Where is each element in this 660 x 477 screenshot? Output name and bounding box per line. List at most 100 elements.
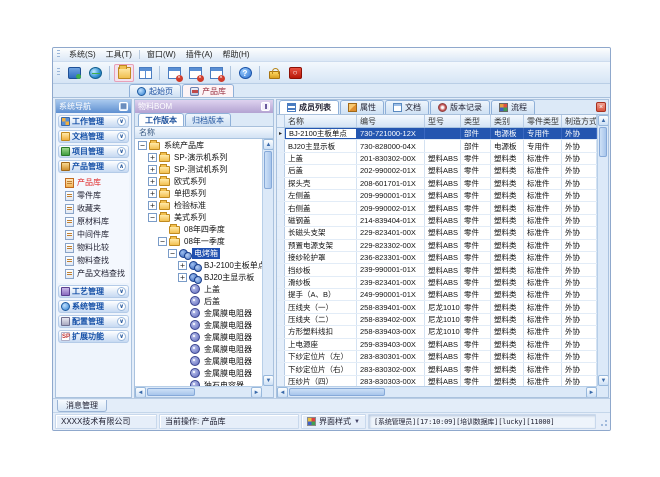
tree-vertical-scrollbar[interactable]: ▲ ▼ [262,139,273,386]
collapse-icon[interactable]: − [138,141,147,150]
scroll-down-icon[interactable]: ▼ [263,375,273,386]
scroll-right-icon[interactable]: ► [586,387,597,397]
globe-icon[interactable] [85,64,105,82]
tree-item-后盖[interactable]: 后盖 [135,295,262,307]
tree-item-BJ-2100主板单点[interactable]: +BJ-2100主板单点 [135,259,262,271]
expand-icon[interactable]: + [148,177,157,186]
scroll-right-icon[interactable]: ► [251,387,262,397]
tree-item-美式系列[interactable]: −美式系列 [135,211,262,223]
close-doc-icon[interactable] [164,64,184,82]
table-row[interactable]: 滑纱板239-823401-00X塑料ABS零件塑料类标准件外协条 [277,277,597,289]
column-header-制造方式[interactable]: 制造方式 [562,115,597,127]
sidebar-item-收藏夹[interactable]: 收藏夹 [62,202,129,215]
table-row[interactable]: 下纱定位片（右）283-830302-00X塑料ABS零件塑料类标准件外协条 [277,363,597,375]
tree-item-金属膜电阻器[interactable]: 金属膜电阻器 [135,343,262,355]
tree-item-金属膜电阻器[interactable]: 金属膜电阻器 [135,331,262,343]
table-vscroll-thumb[interactable] [599,127,607,157]
table-horizontal-scrollbar[interactable]: ◄ ► [277,386,597,397]
close-icon[interactable]: × [596,102,606,112]
tree-vscroll-thumb[interactable] [264,151,272,189]
scroll-up-icon[interactable]: ▲ [263,139,273,150]
tab-起始页[interactable]: 起始页 [129,84,181,97]
column-header-型号[interactable]: 型号 [425,115,461,127]
tree-item-SP-演示机系列[interactable]: +SP-演示机系列 [135,151,262,163]
scroll-down-icon[interactable]: ▼ [598,375,608,386]
chevron-down-icon[interactable]: ∨ [117,317,126,326]
table-vertical-scrollbar[interactable]: ▲ ▼ [597,115,608,386]
tab-message-management[interactable]: 消息管理 [57,400,107,412]
sidebar-item-中间件库[interactable]: 中间件库 [62,228,129,241]
table-row[interactable]: BJ20主显示板730-828000-04X部件电源板专用件外协颗 [277,140,597,152]
table-row[interactable]: 上电源座259-839403-00X塑料ABS零件塑料类标准件外协条 [277,339,597,351]
table-row[interactable]: 压线夹（二）258-839402-00X尼龙1010零件塑料类标准件外协条 [277,314,597,326]
scroll-left-icon[interactable]: ◄ [277,387,288,397]
tab-成员列表[interactable]: 成员列表 [279,100,339,114]
tree-item-08年四季度[interactable]: 08年四季度 [135,223,262,235]
sidebar-group-项目管理[interactable]: 项目管理∨ [58,145,129,158]
tree-item-金属膜电阻器[interactable]: 金属膜电阻器 [135,307,262,319]
tree-item-电烤箱[interactable]: −电烤箱 [135,247,262,259]
sidebar-item-物料查找[interactable]: 物料查找 [62,254,129,267]
sidebar-group-产品管理[interactable]: 产品管理∧ [58,160,129,173]
expand-icon[interactable]: + [148,201,157,210]
table-row[interactable]: 左侧盖209-990001-01X塑料ABS零件塑料类标准件外协条 [277,190,597,202]
lock-icon[interactable] [264,64,284,82]
column-header-类别[interactable]: 类别 [491,115,524,127]
table-row[interactable]: 预置电源支架229-823302-00X塑料ABS零件塑料类标准件外协条 [277,240,597,252]
table-row[interactable]: 压线夹（一）258-839401-00X尼龙1010零件塑料类标准件外协条 [277,301,597,313]
chevron-down-icon[interactable]: ∨ [117,302,126,311]
sidebar-group-配置管理[interactable]: 配置管理∨ [58,315,129,328]
chevron-down-icon[interactable]: ∨ [117,332,126,341]
column-header-零件类型[interactable]: 零件类型 [524,115,562,127]
expand-icon[interactable]: + [148,153,157,162]
table-row[interactable]: 下纱定位片（左）283-830301-00X塑料ABS零件塑料类标准件外协条 [277,351,597,363]
tree-item-单把系列[interactable]: +单把系列 [135,187,262,199]
tree-item-08年一季度[interactable]: −08年一季度 [135,235,262,247]
menu-item[interactable]: 窗口(W) [142,48,181,61]
ui-style-selector[interactable]: 界面样式 ▼ [301,414,366,429]
open-folder-icon[interactable] [114,64,134,82]
tree-column-header[interactable]: 名称 [135,127,273,139]
resize-grip[interactable] [598,419,608,429]
scroll-left-icon[interactable]: ◄ [135,387,146,397]
menu-item[interactable]: 系统(S) [64,48,101,61]
expand-icon[interactable]: + [178,261,187,270]
column-header-名称[interactable]: 名称 [285,115,357,127]
table-row[interactable]: 压纱片（四）283-830303-00X塑料ABS零件塑料类标准件外协条 [277,376,597,386]
tree-item-金属膜电阻器[interactable]: 金属膜电阻器 [135,367,262,379]
toolbar-grip[interactable] [57,68,60,77]
table-row[interactable]: 方形塑料线扣258-839403-00X尼龙1010零件塑料类标准件外协条 [277,326,597,338]
menu-item[interactable]: 插件(A) [181,48,218,61]
table-row[interactable]: 上盖201-830302-00X塑料ABS零件塑料类标准件外协条 [277,153,597,165]
sidebar-item-产品文档查找[interactable]: 产品文档查找 [62,267,129,280]
tree-item-上盖[interactable]: 上盖 [135,283,262,295]
collapse-icon[interactable]: − [158,237,167,246]
table-row[interactable]: 右侧盖209-990002-01X塑料ABS零件塑料类标准件外协条 [277,202,597,214]
tree-item-系统产品库[interactable]: −系统产品库 [135,139,262,151]
menubar-grip[interactable] [57,50,60,59]
chevron-down-icon[interactable]: ∨ [117,287,126,296]
workspace-icon[interactable] [64,64,84,82]
expand-icon[interactable]: + [178,273,187,282]
table-row[interactable]: 接纱轮护罩236-823301-00X塑料ABS零件塑料类标准件外协条 [277,252,597,264]
expand-icon[interactable]: + [148,165,157,174]
tab-文档[interactable]: 文档 [385,100,429,114]
close-all-icon[interactable] [185,64,205,82]
collapse-icon[interactable]: − [168,249,177,258]
window-layout-icon[interactable] [135,64,155,82]
menu-item[interactable]: 工具(T) [101,48,137,61]
tree-item-金属膜电阻器[interactable]: 金属膜电阻器 [135,355,262,367]
tree-item-金属膜电阻器[interactable]: 金属膜电阻器 [135,319,262,331]
chevron-down-icon[interactable]: ∨ [117,147,126,156]
sidebar-group-扩展功能[interactable]: SP扩展功能∨ [58,330,129,343]
window-switch-icon[interactable] [206,64,226,82]
sidebar-item-零件库[interactable]: 零件库 [62,189,129,202]
sidebar-item-产品库[interactable]: 产品库 [62,176,129,189]
sidebar-item-原材料库[interactable]: 原材料库 [62,215,129,228]
tab-属性[interactable]: 属性 [340,100,384,114]
table-row[interactable]: 长磁头支架229-823401-00X塑料ABS零件塑料类标准件外协条 [277,227,597,239]
tab-产品库[interactable]: 产品库 [182,84,234,97]
tree-hscroll-thumb[interactable] [147,388,195,396]
table-row[interactable]: 提手（A、B）249-990001-01X塑料ABS零件塑料类标准件外协条 [277,289,597,301]
table-row[interactable]: 挡纱板239-990001-01X塑料ABS零件塑料类标准件外协条 [277,264,597,276]
